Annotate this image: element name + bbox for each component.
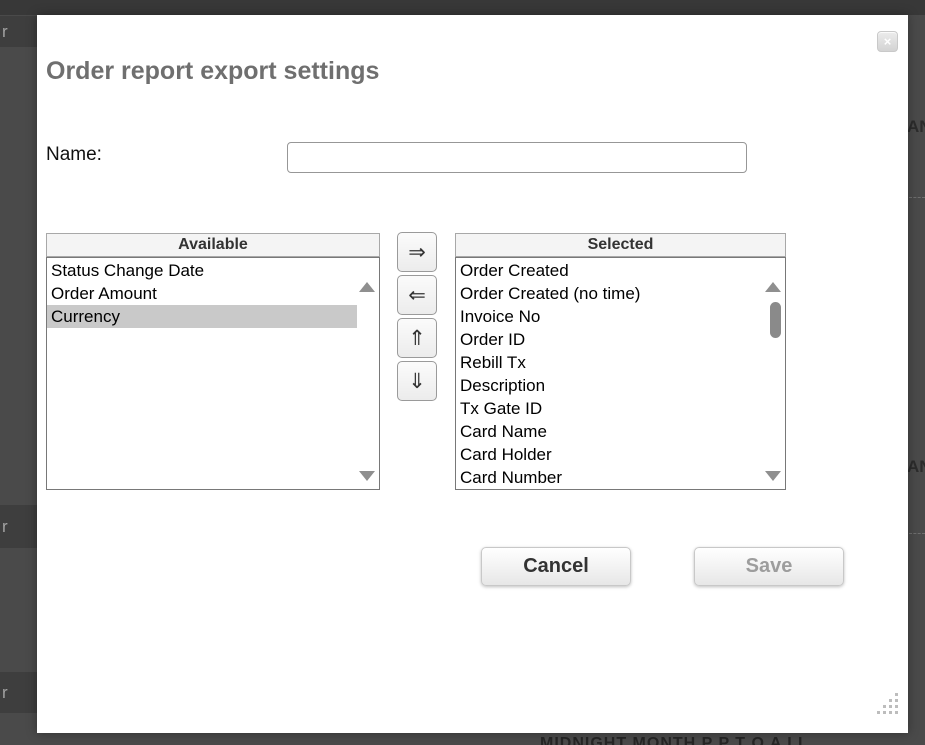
available-list-items: Status Change DateOrder AmountCurrency xyxy=(47,259,379,328)
scroll-down-icon[interactable] xyxy=(359,471,375,481)
selected-list-header: Selected xyxy=(455,233,786,257)
move-up-button[interactable]: ⇑ xyxy=(397,318,437,358)
save-button[interactable]: Save xyxy=(694,547,844,586)
list-item[interactable]: Rebill Tx xyxy=(456,351,763,374)
list-item[interactable]: Card Holder xyxy=(456,443,763,466)
list-item[interactable]: Order Created (no time) xyxy=(456,282,763,305)
export-settings-dialog: × Order report export settings Name: Ava… xyxy=(37,15,908,733)
background-button-fragment-label: r xyxy=(2,22,8,42)
list-item[interactable]: Currency xyxy=(47,305,357,328)
background-text-fragment: AN xyxy=(907,457,925,475)
list-item[interactable]: Order Created xyxy=(456,259,763,282)
move-down-button[interactable]: ⇓ xyxy=(397,361,437,401)
background-button-fragment: r xyxy=(0,672,37,713)
move-to-selected-button[interactable]: ⇒ xyxy=(397,232,437,272)
available-list[interactable]: Status Change DateOrder AmountCurrency xyxy=(46,257,380,490)
list-item[interactable]: Status Change Date xyxy=(47,259,357,282)
dialog-title: Order report export settings xyxy=(46,57,379,86)
list-item[interactable]: Order ID xyxy=(456,328,763,351)
background-dashed-line xyxy=(909,533,925,534)
selected-list-items: Order CreatedOrder Created (no time)Invo… xyxy=(456,259,785,489)
transfer-button-column: ⇒ ⇐ ⇑ ⇓ xyxy=(397,232,437,404)
move-to-available-button[interactable]: ⇐ xyxy=(397,275,437,315)
scroll-down-icon[interactable] xyxy=(765,471,781,481)
move-up-arrow-icon: ⇑ xyxy=(408,326,426,351)
selected-list[interactable]: Order CreatedOrder Created (no time)Invo… xyxy=(455,257,786,490)
list-item[interactable]: Description xyxy=(456,374,763,397)
background-clipped-text: MIDNIGHT MONTH P P T O A LI xyxy=(540,735,870,745)
list-item[interactable]: Card Name xyxy=(456,420,763,443)
name-label: Name: xyxy=(46,144,102,166)
background-button-fragment: r xyxy=(0,505,37,548)
list-item[interactable]: Invoice No xyxy=(456,305,763,328)
close-icon[interactable]: × xyxy=(877,31,898,52)
dimmed-top-bar xyxy=(0,0,925,15)
scroll-up-icon[interactable] xyxy=(765,282,781,292)
list-item[interactable]: Order Amount xyxy=(47,282,357,305)
available-list-header: Available xyxy=(46,233,380,257)
background-dashed-line xyxy=(909,197,925,198)
list-item[interactable]: Card Number xyxy=(456,466,763,489)
move-down-arrow-icon: ⇓ xyxy=(408,369,426,394)
cancel-button[interactable]: Cancel xyxy=(481,547,631,586)
background-button-fragment-label: r xyxy=(2,683,8,703)
background-text-fragment: AN xyxy=(907,117,925,135)
background-button-fragment-label: r xyxy=(2,517,8,537)
list-item[interactable]: Tx Gate ID xyxy=(456,397,763,420)
move-to-selected-arrow-icon: ⇒ xyxy=(408,240,426,265)
name-input[interactable] xyxy=(287,142,747,173)
background-button-fragment: r xyxy=(0,16,37,47)
scroll-up-icon[interactable] xyxy=(359,282,375,292)
resize-grip-icon[interactable] xyxy=(877,693,901,717)
move-to-available-arrow-icon: ⇐ xyxy=(408,283,426,308)
scrollbar-thumb[interactable] xyxy=(770,302,781,338)
